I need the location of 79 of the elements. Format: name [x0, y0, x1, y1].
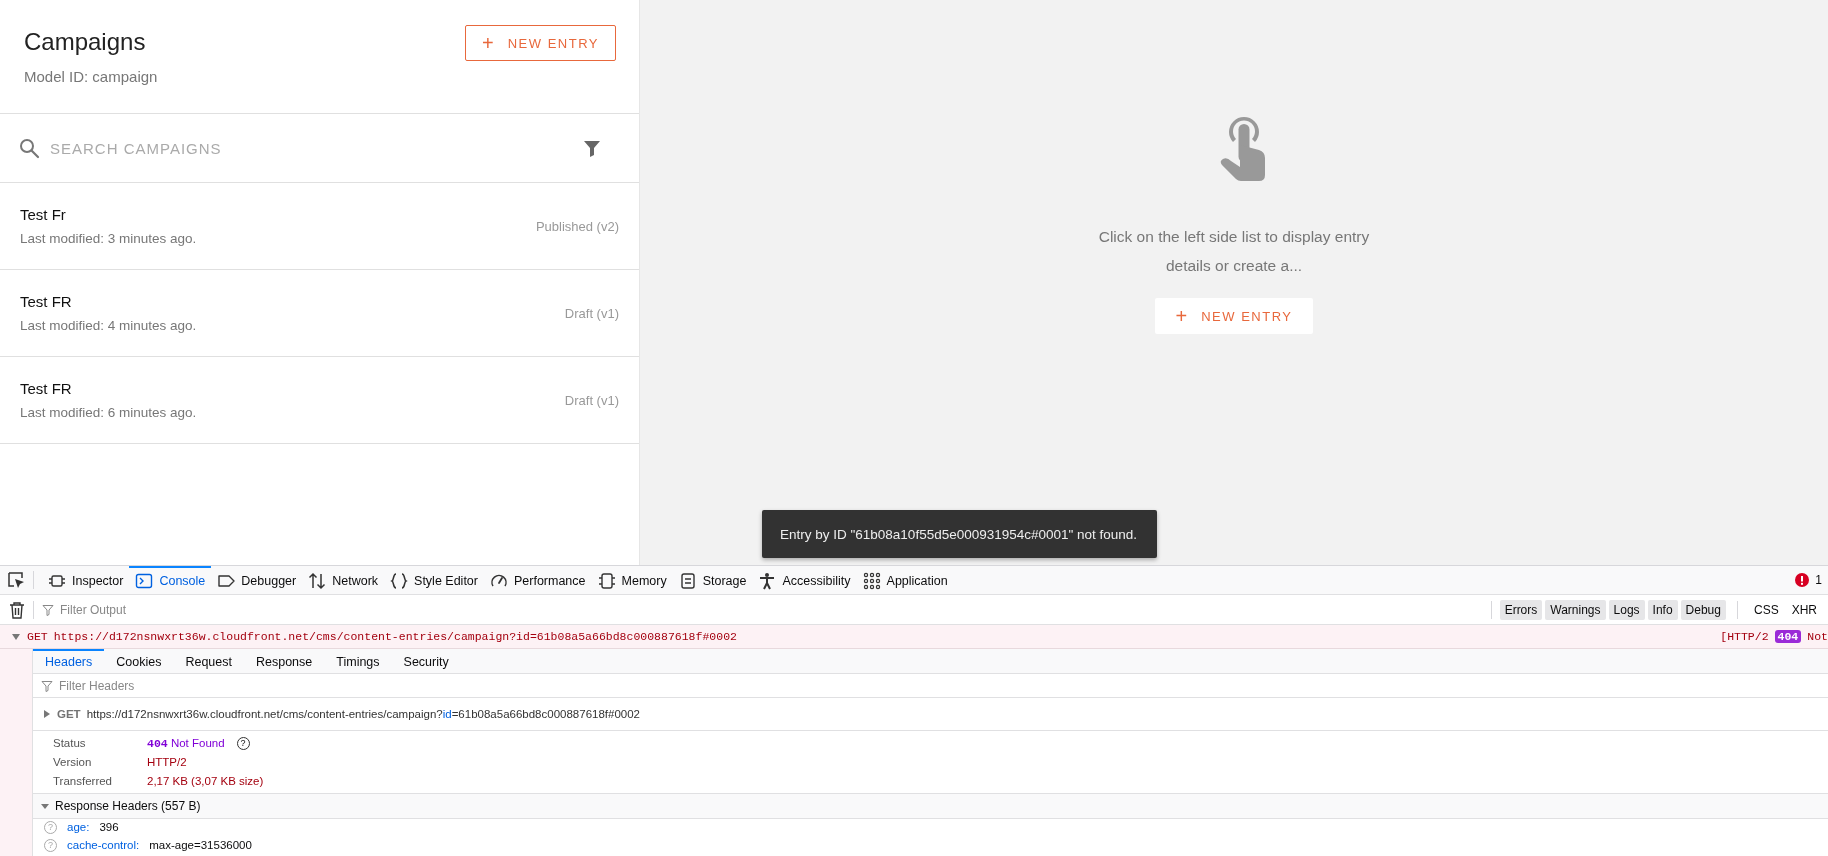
field-label: Status [53, 737, 87, 749]
filter-icon[interactable] [582, 138, 602, 158]
status-text: Not [1807, 630, 1828, 643]
trash-icon[interactable] [9, 600, 25, 619]
up-down-arrows-icon [308, 572, 327, 590]
memory-icon [597, 572, 616, 590]
request-detail-tab[interactable]: Timings [324, 649, 392, 673]
field-label: Version [53, 756, 93, 768]
field-value: 2,17 KB (3,07 KB size) [147, 775, 264, 787]
log-level-toggle[interactable]: Info [1647, 599, 1678, 620]
error-icon [1795, 573, 1810, 587]
toast-notification: Entry by ID "61b08a10f55d5e000931954c#0001" not found. [762, 510, 1157, 558]
expand-arrow-icon[interactable] [43, 709, 51, 719]
request-detail-tab[interactable]: Request [173, 649, 244, 673]
empty-state-message: Click on the left side list to display entry details or create a... [1097, 227, 1371, 276]
devtools-tab[interactable]: Console [129, 566, 212, 594]
filter-icon [42, 603, 54, 616]
grid-icon [862, 572, 881, 590]
search-icon [18, 137, 40, 159]
request-url[interactable]: https://d172nsnwxrt36w.cloudfront.net/cms/content-entries/campaign?id=61b08a5a66bd8c000887618f#0002 [53, 630, 737, 643]
header-value: 396 [99, 821, 119, 834]
element-picker-icon[interactable] [7, 571, 25, 589]
panel-title: Campaigns [24, 28, 147, 56]
accessibility-icon [758, 572, 777, 590]
log-level-toggle[interactable]: XHR [1786, 599, 1822, 620]
entry-row[interactable]: Test FR Last modified: 4 minutes ago. Draft (v1) [0, 270, 639, 357]
request-detail-tab[interactable]: Security [391, 649, 461, 673]
devtools-tab[interactable]: Inspector [42, 566, 130, 594]
entry-modified: Last modified: 6 minutes ago. [20, 405, 197, 420]
log-level-toggle[interactable]: Debug [1680, 599, 1726, 620]
filter-headers-field[interactable]: Filter Headers [57, 677, 1828, 694]
entry-row[interactable]: Test Fr Last modified: 3 minutes ago. Published (v2) [0, 183, 639, 270]
entry-title: Test FR [20, 380, 73, 397]
log-level-toggle[interactable]: CSS [1748, 599, 1784, 620]
entry-modified: Last modified: 4 minutes ago. [20, 318, 197, 333]
storage-icon [678, 572, 697, 590]
log-level-toggle[interactable]: Errors [1499, 599, 1543, 620]
request-url[interactable]: https://d172nsnwxrt36w.cloudfront.net/cms/content-entries/campaign?id=61b08a5a66bd8c000887618f#0002 [86, 708, 640, 720]
filter-output-field[interactable]: Filter Output [58, 601, 1483, 618]
error-count: 1 [1815, 573, 1822, 587]
status-badge: 404 [1774, 630, 1802, 643]
devtools-tab[interactable]: Network [302, 566, 385, 594]
devtools-tab[interactable]: Accessibility [752, 566, 857, 594]
log-level-toggle[interactable]: Warnings [1545, 599, 1606, 620]
console-icon [135, 572, 154, 590]
entry-title: Test FR [20, 293, 73, 310]
section-header[interactable]: Response Headers (557 B) [33, 794, 1828, 819]
entry-status: Draft (v1) [564, 392, 619, 408]
field-label: Transferred [53, 775, 113, 787]
braces-icon [390, 572, 409, 590]
request-method: GET [57, 708, 81, 720]
search-field[interactable]: SEARCH CAMPAIGNS [48, 138, 582, 158]
request-detail-tab[interactable]: Cookies [104, 649, 174, 673]
entry-modified: Last modified: 3 minutes ago. [20, 231, 197, 246]
request-detail-tab[interactable]: Response [244, 649, 325, 673]
request-detail-tab[interactable]: Headers [33, 649, 105, 673]
log-level-toggle[interactable]: Logs [1608, 599, 1645, 620]
devtools-tab[interactable]: Application [856, 566, 954, 594]
header-name: cache-control: [67, 839, 140, 852]
header-value: max-age=31536000 [149, 839, 252, 852]
chip-icon [48, 572, 66, 590]
status-value: 404 Not Found [147, 736, 225, 750]
entry-status: Draft (v1) [564, 305, 619, 321]
devtools-tab[interactable]: Storage [672, 566, 753, 594]
tag-icon [217, 572, 236, 590]
devtools-tab[interactable]: Memory [591, 566, 673, 594]
filter-icon [41, 679, 53, 692]
entry-status: Published (v2) [535, 218, 619, 234]
header-name: age: [67, 821, 90, 834]
entry-row[interactable]: Test FR Last modified: 6 minutes ago. Draft (v1) [0, 357, 639, 444]
request-protocol: [HTTP/2 [1720, 630, 1769, 643]
field-value: HTTP/2 [147, 756, 187, 768]
entry-title: Test Fr [20, 206, 67, 223]
caret-icon[interactable] [11, 631, 21, 642]
model-id-label: Model ID: campaign [24, 68, 158, 85]
devtools-tab[interactable]: Debugger [211, 566, 303, 594]
request-method: GET [27, 630, 48, 643]
devtools-tab[interactable]: Performance [483, 566, 592, 594]
devtools-tab[interactable]: Style Editor [384, 566, 484, 594]
